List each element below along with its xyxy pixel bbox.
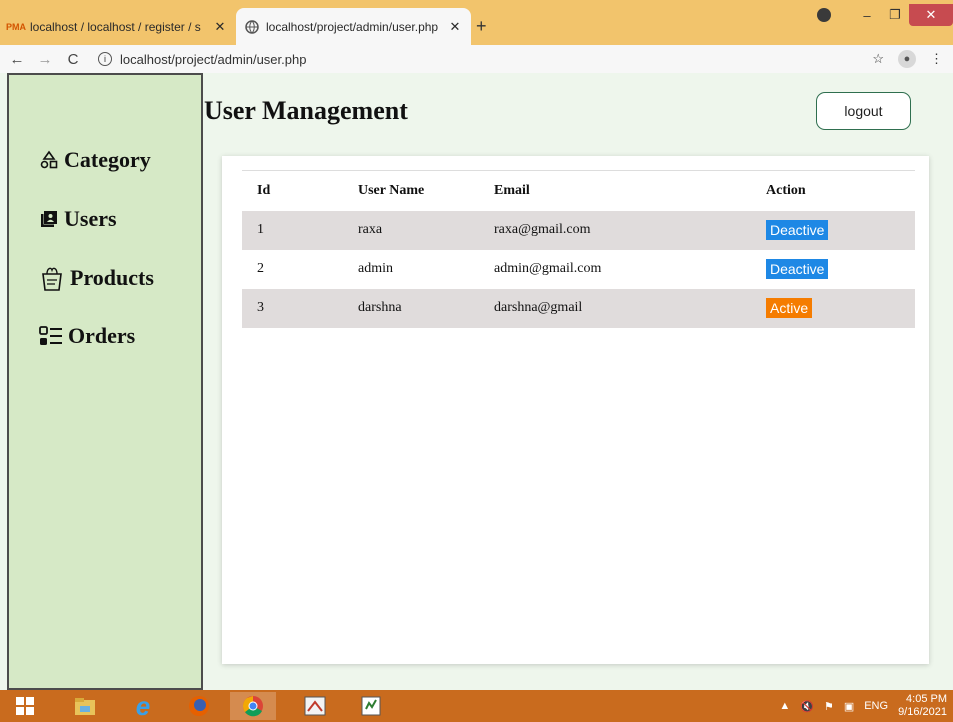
globe-icon bbox=[244, 19, 260, 35]
cell-id: 2 bbox=[257, 261, 264, 276]
sidebar-item-orders[interactable]: Orders bbox=[39, 323, 135, 349]
tab-title: localhost / localhost / register / s bbox=[30, 19, 201, 34]
column-header-username: User Name bbox=[343, 170, 479, 211]
url-text: localhost/project/admin/user.php bbox=[120, 51, 307, 67]
users-table-card: Id User Name Email Action 1 raxa raxa@gm… bbox=[222, 156, 929, 664]
clock[interactable]: 4:05 PM 9/16/2021 bbox=[898, 693, 947, 719]
notepad-app-icon[interactable] bbox=[348, 692, 394, 720]
close-window-button[interactable]: ✕ bbox=[909, 4, 953, 26]
products-basket-icon bbox=[39, 264, 65, 292]
browser-toolbar: ← → C i localhost/project/admin/user.php… bbox=[0, 45, 953, 73]
users-table: Id User Name Email Action 1 raxa raxa@gm… bbox=[242, 170, 915, 328]
sidebar-item-category[interactable]: Category bbox=[39, 147, 151, 173]
logout-button[interactable]: logout bbox=[816, 92, 911, 130]
menu-icon[interactable]: ⋮ bbox=[930, 51, 943, 67]
chrome-icon[interactable] bbox=[230, 692, 276, 720]
clock-time: 4:05 PM bbox=[906, 693, 947, 705]
reload-icon[interactable]: C bbox=[62, 51, 84, 68]
address-bar[interactable]: i localhost/project/admin/user.php bbox=[98, 52, 306, 67]
clock-date: 9/16/2021 bbox=[898, 706, 947, 718]
tab-phpmyadmin[interactable]: PMA localhost / localhost / register / s… bbox=[0, 8, 236, 45]
star-icon[interactable]: ☆ bbox=[872, 51, 884, 67]
cell-action: Deactive bbox=[751, 250, 915, 289]
internet-explorer-icon[interactable]: e bbox=[120, 691, 166, 721]
windows-start-icon[interactable] bbox=[2, 692, 48, 720]
new-tab-button[interactable]: + bbox=[476, 16, 487, 37]
cell-email: raxa@gmail.com bbox=[479, 210, 751, 250]
users-book-icon bbox=[39, 209, 59, 229]
cell-email: admin@gmail.com bbox=[494, 261, 602, 276]
forward-icon[interactable]: → bbox=[34, 51, 56, 68]
cell-action: Active bbox=[751, 288, 915, 328]
cell-username: darshna bbox=[343, 288, 479, 328]
network-icon[interactable]: ▣ bbox=[844, 700, 854, 713]
table-row: 2 admin admin@gmail.com Deactive bbox=[242, 250, 915, 289]
active-button[interactable]: Active bbox=[766, 298, 813, 318]
column-header-action: Action bbox=[751, 170, 915, 211]
cell-username: raxa bbox=[343, 210, 479, 250]
sidebar-item-label: Products bbox=[70, 265, 154, 290]
cell-username: admin bbox=[358, 261, 393, 276]
flag-icon[interactable]: ⚑ bbox=[824, 700, 834, 713]
cell-id: 1 bbox=[242, 210, 343, 250]
paint-icon[interactable] bbox=[292, 692, 338, 720]
minimize-button[interactable]: – bbox=[853, 8, 881, 23]
orders-list-icon bbox=[39, 325, 63, 347]
windows-taskbar: e ▲ 🔇 ⚑ ▣ ENG 4:05 PM 9/16/2021 bbox=[0, 690, 953, 722]
extension-icon[interactable] bbox=[817, 8, 831, 22]
tab-title: localhost/project/admin/user.php bbox=[266, 19, 439, 34]
show-hidden-icons-icon[interactable]: ▲ bbox=[779, 700, 790, 712]
window-controls: – ❐ ✕ bbox=[817, 0, 953, 30]
phpmyadmin-icon: PMA bbox=[6, 21, 26, 32]
table-row: 3 darshna darshna@gmail Active bbox=[242, 288, 915, 328]
page-title: User Management bbox=[204, 96, 408, 125]
sidebar: Category Users Products Orders bbox=[7, 73, 203, 690]
cell-email: darshna@gmail bbox=[479, 288, 751, 328]
info-icon[interactable]: i bbox=[98, 52, 112, 66]
profile-icon[interactable]: ● bbox=[898, 50, 916, 68]
cell-id: 3 bbox=[242, 288, 343, 328]
cell-action: Deactive bbox=[751, 210, 915, 250]
table-header-row: Id User Name Email Action bbox=[242, 170, 915, 211]
maximize-button[interactable]: ❐ bbox=[881, 7, 909, 23]
close-tab-icon[interactable]: ✕ bbox=[212, 19, 228, 35]
firefox-icon[interactable] bbox=[176, 692, 222, 720]
close-tab-icon[interactable]: ✕ bbox=[447, 19, 463, 35]
category-shapes-icon bbox=[39, 150, 59, 170]
sidebar-item-label: Users bbox=[64, 206, 117, 231]
sidebar-item-users[interactable]: Users bbox=[39, 206, 117, 232]
system-tray: ▲ 🔇 ⚑ ▣ ENG 4:05 PM 9/16/2021 bbox=[779, 690, 947, 722]
browser-tab-strip: PMA localhost / localhost / register / s… bbox=[0, 0, 953, 45]
sidebar-item-label: Category bbox=[64, 147, 151, 172]
table-row: 1 raxa raxa@gmail.com Deactive bbox=[242, 210, 915, 250]
sidebar-item-label: Orders bbox=[68, 323, 136, 348]
column-header-id: Id bbox=[242, 170, 343, 211]
sidebar-item-products[interactable]: Products bbox=[39, 264, 154, 292]
deactive-button[interactable]: Deactive bbox=[766, 220, 829, 240]
column-header-email: Email bbox=[479, 170, 751, 211]
language-indicator[interactable]: ENG bbox=[864, 700, 888, 712]
back-icon[interactable]: ← bbox=[6, 51, 28, 68]
volume-muted-icon[interactable]: 🔇 bbox=[800, 700, 814, 713]
tab-user-php[interactable]: localhost/project/admin/user.php ✕ bbox=[236, 8, 471, 45]
file-explorer-icon[interactable] bbox=[62, 692, 108, 720]
deactive-button[interactable]: Deactive bbox=[766, 259, 829, 279]
